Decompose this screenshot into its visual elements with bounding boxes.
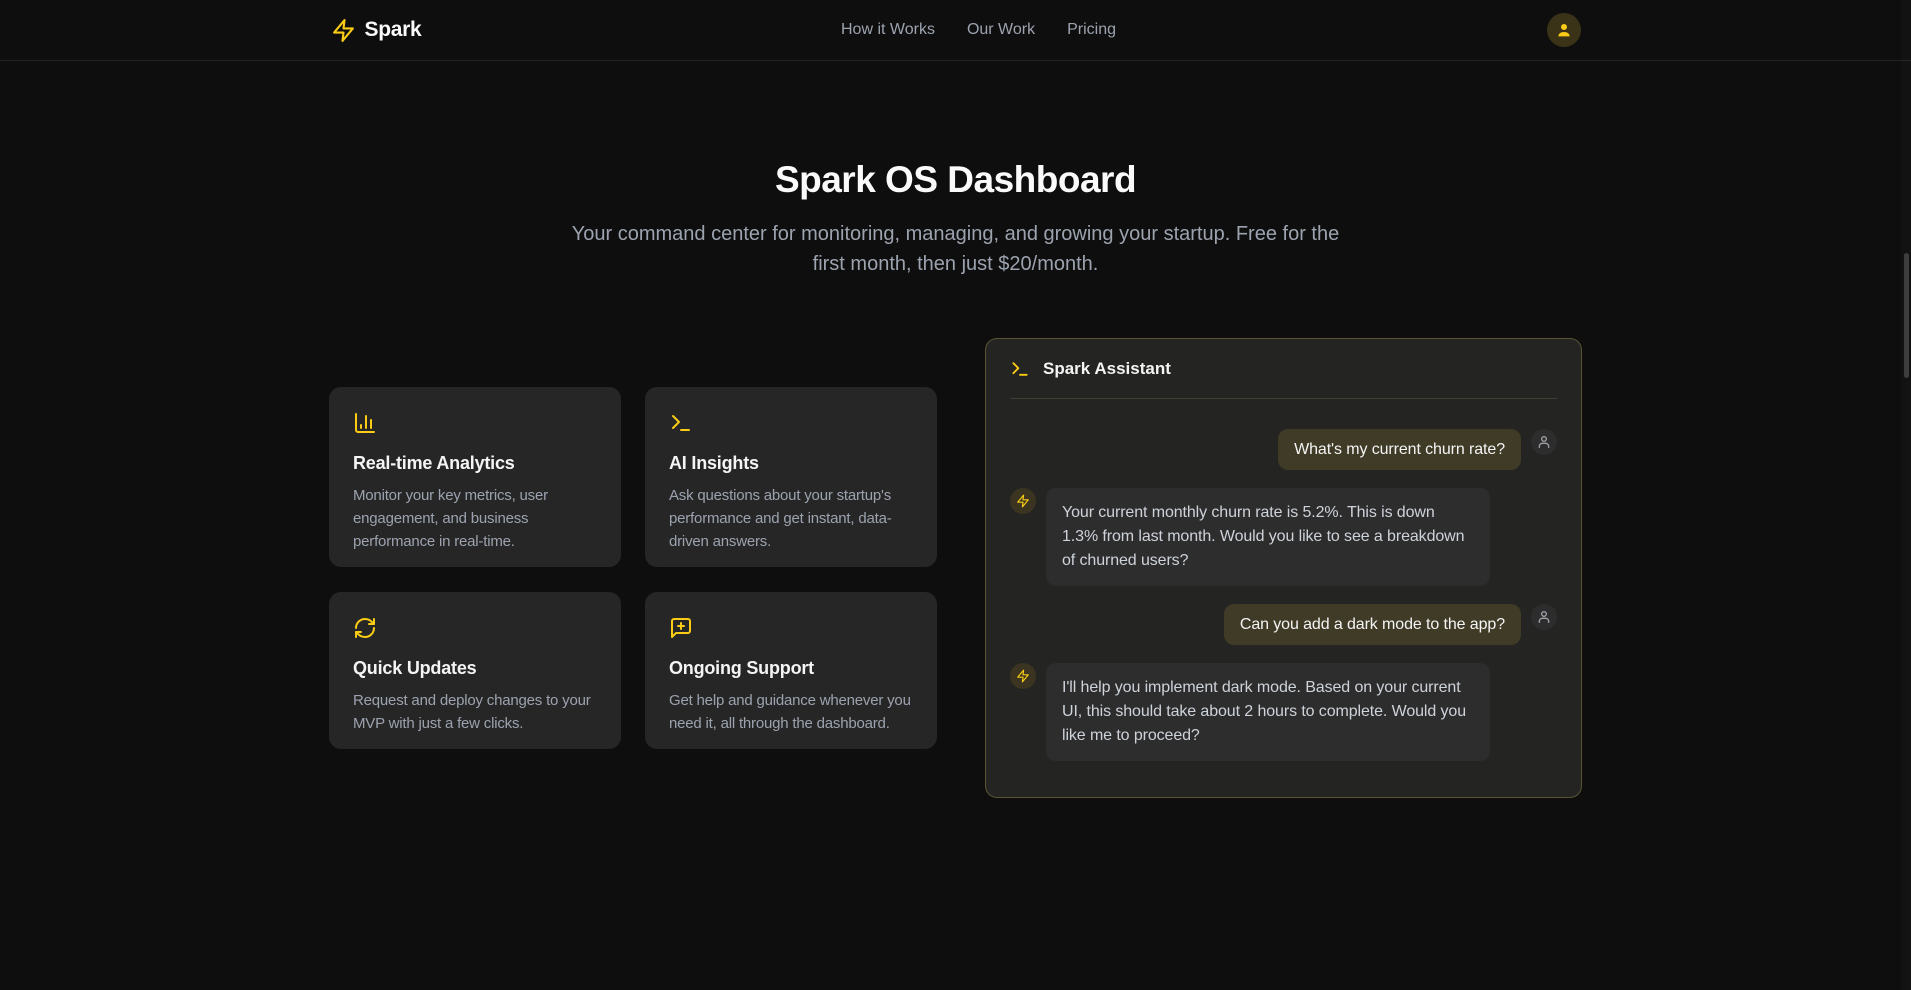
spark-assistant-panel: Spark Assistant What's my current churn … (985, 338, 1582, 798)
zap-icon (1016, 494, 1030, 508)
assistant-message-bubble: I'll help you implement dark mode. Based… (1046, 663, 1490, 761)
feature-card-description: Monitor your key metrics, user engagemen… (353, 484, 597, 553)
nav-link-how-it-works[interactable]: How it Works (841, 21, 935, 39)
hero-section: Spark OS Dashboard Your command center f… (0, 158, 1911, 279)
terminal-icon (669, 411, 913, 435)
user-avatar-button[interactable] (1547, 13, 1581, 47)
feature-card-title: Quick Updates (353, 658, 597, 679)
chat-message-user: Can you add a dark mode to the app? (1010, 604, 1557, 645)
page-scrollbar-thumb[interactable] (1904, 253, 1909, 378)
user-message-bubble: What's my current churn rate? (1278, 429, 1521, 470)
feature-card-description: Ask questions about your startup's perfo… (669, 484, 913, 553)
assistant-message-bubble: Your current monthly churn rate is 5.2%.… (1046, 488, 1490, 586)
page-subtitle: Your command center for monitoring, mana… (571, 219, 1341, 279)
chat-message-assistant: I'll help you implement dark mode. Based… (1010, 663, 1557, 761)
assistant-message-avatar (1010, 488, 1036, 514)
nav-link-pricing[interactable]: Pricing (1067, 21, 1116, 39)
chart-column-icon (353, 411, 597, 435)
zap-icon (1016, 669, 1030, 683)
user-message-avatar (1531, 604, 1557, 630)
user-message-avatar (1531, 429, 1557, 455)
nav-links: How it Works Our Work Pricing (841, 21, 1116, 39)
page-title: Spark OS Dashboard (0, 158, 1911, 201)
feature-card-title: AI Insights (669, 453, 913, 474)
chat-message-assistant: Your current monthly churn rate is 5.2%.… (1010, 488, 1557, 586)
feature-card-ongoing-support: Ongoing Support Get help and guidance wh… (645, 592, 937, 749)
assistant-panel-title: Spark Assistant (1043, 359, 1171, 379)
message-list: What's my current churn rate? Your curre… (986, 399, 1581, 797)
refresh-icon (353, 616, 597, 640)
terminal-icon (1010, 359, 1030, 379)
feature-card-quick-updates: Quick Updates Request and deploy changes… (329, 592, 621, 749)
features-grid: Real-time Analytics Monitor your key met… (329, 387, 937, 749)
feature-card-title: Real-time Analytics (353, 453, 597, 474)
zap-icon (331, 18, 356, 43)
assistant-panel-header: Spark Assistant (986, 339, 1581, 398)
page-scrollbar[interactable] (1901, 0, 1911, 990)
user-icon (1555, 21, 1573, 39)
nav-link-our-work[interactable]: Our Work (967, 21, 1035, 39)
message-square-plus-icon (669, 616, 913, 640)
user-icon (1536, 434, 1552, 450)
brand-name: Spark (365, 18, 422, 42)
user-message-bubble: Can you add a dark mode to the app? (1224, 604, 1521, 645)
top-nav: Spark How it Works Our Work Pricing (0, 0, 1911, 61)
brand[interactable]: Spark (331, 18, 422, 43)
user-icon (1536, 609, 1552, 625)
main-content: Real-time Analytics Monitor your key met… (0, 338, 1911, 798)
feature-card-title: Ongoing Support (669, 658, 913, 679)
chat-message-user: What's my current churn rate? (1010, 429, 1557, 470)
feature-card-description: Request and deploy changes to your MVP w… (353, 689, 597, 735)
assistant-message-avatar (1010, 663, 1036, 689)
nav-container: Spark How it Works Our Work Pricing (331, 13, 1581, 47)
feature-card-ai-insights: AI Insights Ask questions about your sta… (645, 387, 937, 567)
feature-card-description: Get help and guidance whenever you need … (669, 689, 913, 735)
feature-card-real-time-analytics: Real-time Analytics Monitor your key met… (329, 387, 621, 567)
